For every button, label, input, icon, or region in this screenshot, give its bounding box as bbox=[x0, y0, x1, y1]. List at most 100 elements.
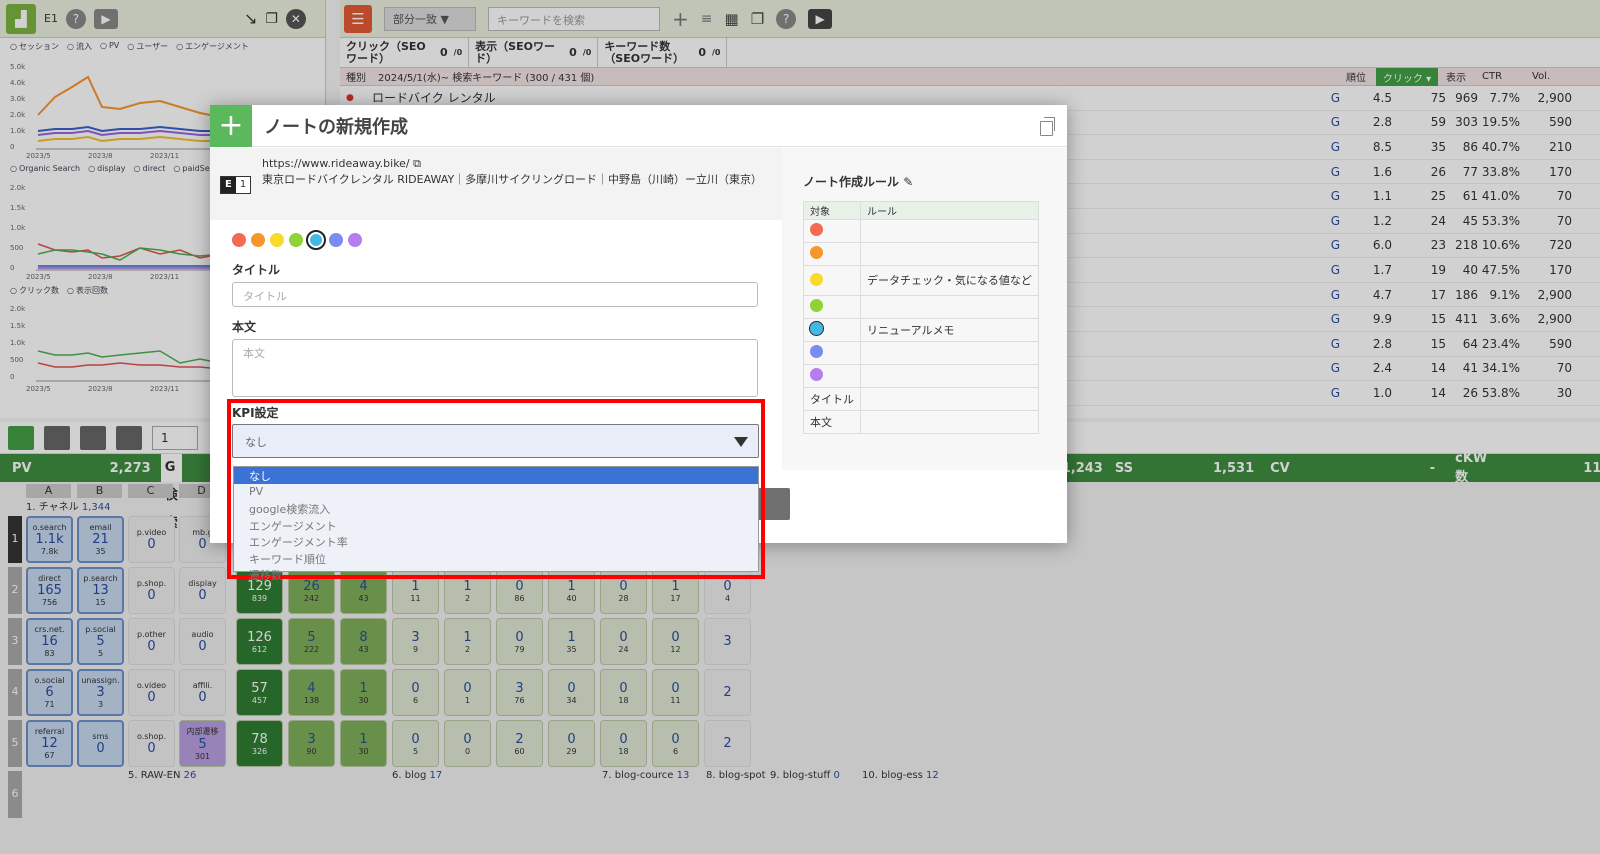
color-option[interactable] bbox=[251, 233, 265, 247]
external-link-icon[interactable]: ⧉ bbox=[413, 157, 421, 170]
column-header[interactable]: B bbox=[77, 484, 122, 498]
grid-cell[interactable]: direct 165 756 bbox=[26, 567, 73, 614]
color-option[interactable] bbox=[329, 233, 343, 247]
grid-cell[interactable]: 3 76 bbox=[496, 669, 543, 716]
color-option[interactable] bbox=[289, 233, 303, 247]
grid-cell[interactable]: p.social 5 5 bbox=[77, 618, 124, 665]
grid-cell[interactable]: crs.net. 16 83 bbox=[26, 618, 73, 665]
title-input[interactable]: タイトル bbox=[232, 282, 758, 307]
grid-cell[interactable]: 内部遷移 5 301 bbox=[179, 720, 226, 767]
kpi-option[interactable]: PV bbox=[234, 484, 758, 501]
add-icon[interactable]: + bbox=[672, 7, 689, 31]
grid-cell[interactable]: p.search 13 15 bbox=[77, 567, 124, 614]
grid-cell[interactable]: o.shop. 0 bbox=[128, 720, 175, 767]
copy-icon[interactable] bbox=[1040, 117, 1055, 136]
legend-item[interactable]: 表示回数 bbox=[67, 285, 108, 296]
row-number[interactable]: 1 bbox=[8, 516, 22, 563]
grid-cell[interactable]: 2 bbox=[704, 720, 751, 767]
th-click[interactable]: クリック ▾ bbox=[1376, 67, 1438, 86]
keyword-search-input[interactable]: キーワードを検索 bbox=[488, 6, 660, 31]
grid-cell[interactable]: 0 29 bbox=[548, 720, 595, 767]
grid-cell[interactable]: 06 bbox=[392, 669, 439, 716]
filter-icon[interactable]: ≡ bbox=[701, 11, 713, 27]
kpi-option[interactable]: 遷移数 bbox=[234, 566, 758, 583]
grid-cell[interactable]: p.shop. 0 bbox=[128, 567, 175, 614]
legend-item[interactable]: 流入 bbox=[67, 41, 92, 52]
copy-icon[interactable]: ❐ bbox=[751, 10, 764, 28]
legend-item[interactable]: paidSe bbox=[173, 164, 209, 173]
grid-cell[interactable]: 8 43 bbox=[340, 618, 387, 665]
list-view-icon[interactable] bbox=[80, 425, 106, 450]
kpi-select[interactable]: なし bbox=[232, 424, 759, 458]
row-number[interactable]: 6 bbox=[8, 771, 22, 818]
grid-cell[interactable]: 0 18 bbox=[600, 669, 647, 716]
grid-cell[interactable]: 1 30 bbox=[340, 669, 387, 716]
legend-item[interactable]: display bbox=[88, 164, 125, 173]
help-icon[interactable]: ? bbox=[776, 8, 797, 29]
legend-item[interactable]: ユーザー bbox=[127, 41, 168, 52]
th-ctr[interactable]: CTR bbox=[1482, 71, 1502, 82]
grid-view-icon[interactable] bbox=[8, 425, 34, 450]
legend-item[interactable]: Organic Search bbox=[10, 164, 80, 173]
legend-item[interactable]: PV bbox=[100, 41, 119, 52]
row-number[interactable]: 2 bbox=[8, 567, 22, 614]
column-header[interactable]: C bbox=[128, 484, 173, 498]
grid-cell[interactable]: o.video 0 bbox=[128, 669, 175, 716]
balance-icon[interactable] bbox=[116, 425, 142, 450]
row-number[interactable]: 5 bbox=[8, 720, 22, 767]
keyword-text[interactable]: ロードバイク レンタル bbox=[372, 89, 496, 106]
chart-icon[interactable]: ▟ bbox=[6, 3, 36, 34]
color-option[interactable] bbox=[306, 230, 326, 250]
grid-cell[interactable]: 1 35 bbox=[548, 618, 595, 665]
row-number[interactable]: 3 bbox=[8, 618, 22, 665]
legend-item[interactable]: エンゲージメント bbox=[176, 41, 249, 52]
color-option[interactable] bbox=[232, 233, 246, 247]
body-textarea[interactable]: 本文 bbox=[232, 339, 758, 397]
kpi-option[interactable]: google検索流入 bbox=[234, 500, 758, 517]
grid-cell[interactable]: email 21 35 bbox=[77, 516, 124, 563]
page-url[interactable]: https://www.rideaway.bike/ ⧉ bbox=[262, 156, 772, 172]
grid-cell[interactable]: 00 bbox=[444, 720, 491, 767]
th-vol[interactable]: Vol. bbox=[1532, 71, 1550, 82]
video-icon[interactable]: ▶ bbox=[808, 8, 833, 29]
color-option[interactable] bbox=[348, 233, 362, 247]
close-icon[interactable]: ✕ bbox=[285, 8, 306, 29]
legend-item[interactable]: セッション bbox=[10, 41, 59, 52]
grid-cell[interactable]: 01 bbox=[444, 669, 491, 716]
tree-view-icon[interactable] bbox=[44, 425, 70, 450]
kpi-option[interactable]: エンゲージメント率 bbox=[234, 533, 758, 550]
page-input[interactable]: 1 bbox=[152, 425, 198, 450]
grid-cell[interactable]: 2 60 bbox=[496, 720, 543, 767]
th-imp[interactable]: 表示 bbox=[1446, 69, 1466, 84]
grid-cell[interactable]: referral 12 67 bbox=[26, 720, 73, 767]
th-rank[interactable]: 順位 bbox=[1346, 69, 1366, 84]
grid-cell[interactable]: 0 24 bbox=[600, 618, 647, 665]
grid-cell[interactable]: unassign. 3 3 bbox=[77, 669, 124, 716]
grid-cell[interactable]: 0 11 bbox=[652, 669, 699, 716]
grid-cell[interactable]: 0 18 bbox=[600, 720, 647, 767]
grid-cell[interactable]: 0 34 bbox=[548, 669, 595, 716]
grid-cell[interactable]: display 0 bbox=[179, 567, 226, 614]
column-header[interactable]: A bbox=[26, 484, 71, 498]
grid-cell[interactable]: 126 612 bbox=[236, 618, 283, 665]
grid-cell[interactable]: 2 bbox=[704, 669, 751, 716]
grid-cell[interactable]: 3 bbox=[704, 618, 751, 665]
shrink-icon[interactable]: ↘ bbox=[244, 9, 257, 28]
grid-cell[interactable]: 39 bbox=[392, 618, 439, 665]
grid-cell[interactable]: o.search 1.1k 7.8k bbox=[26, 516, 73, 563]
help-icon[interactable]: ? bbox=[65, 8, 86, 29]
legend-item[interactable]: クリック数 bbox=[10, 285, 59, 296]
kpi-option[interactable]: なし bbox=[234, 467, 758, 484]
grid-cell[interactable]: p.video 0 bbox=[128, 516, 175, 563]
grid-cell[interactable]: 12 bbox=[444, 618, 491, 665]
video-icon[interactable]: ▶ bbox=[93, 8, 118, 29]
grid-cell[interactable]: 06 bbox=[652, 720, 699, 767]
grid-cell[interactable]: 05 bbox=[392, 720, 439, 767]
grid-cell[interactable]: 5 222 bbox=[288, 618, 335, 665]
legend-item[interactable]: direct bbox=[134, 164, 166, 173]
grid-cell[interactable]: 0 12 bbox=[652, 618, 699, 665]
table-icon[interactable]: ▦ bbox=[725, 10, 739, 28]
copy-icon[interactable]: ❐ bbox=[265, 11, 278, 27]
kpi-option[interactable]: エンゲージメント bbox=[234, 517, 758, 534]
grid-cell[interactable]: p.other 0 bbox=[128, 618, 175, 665]
